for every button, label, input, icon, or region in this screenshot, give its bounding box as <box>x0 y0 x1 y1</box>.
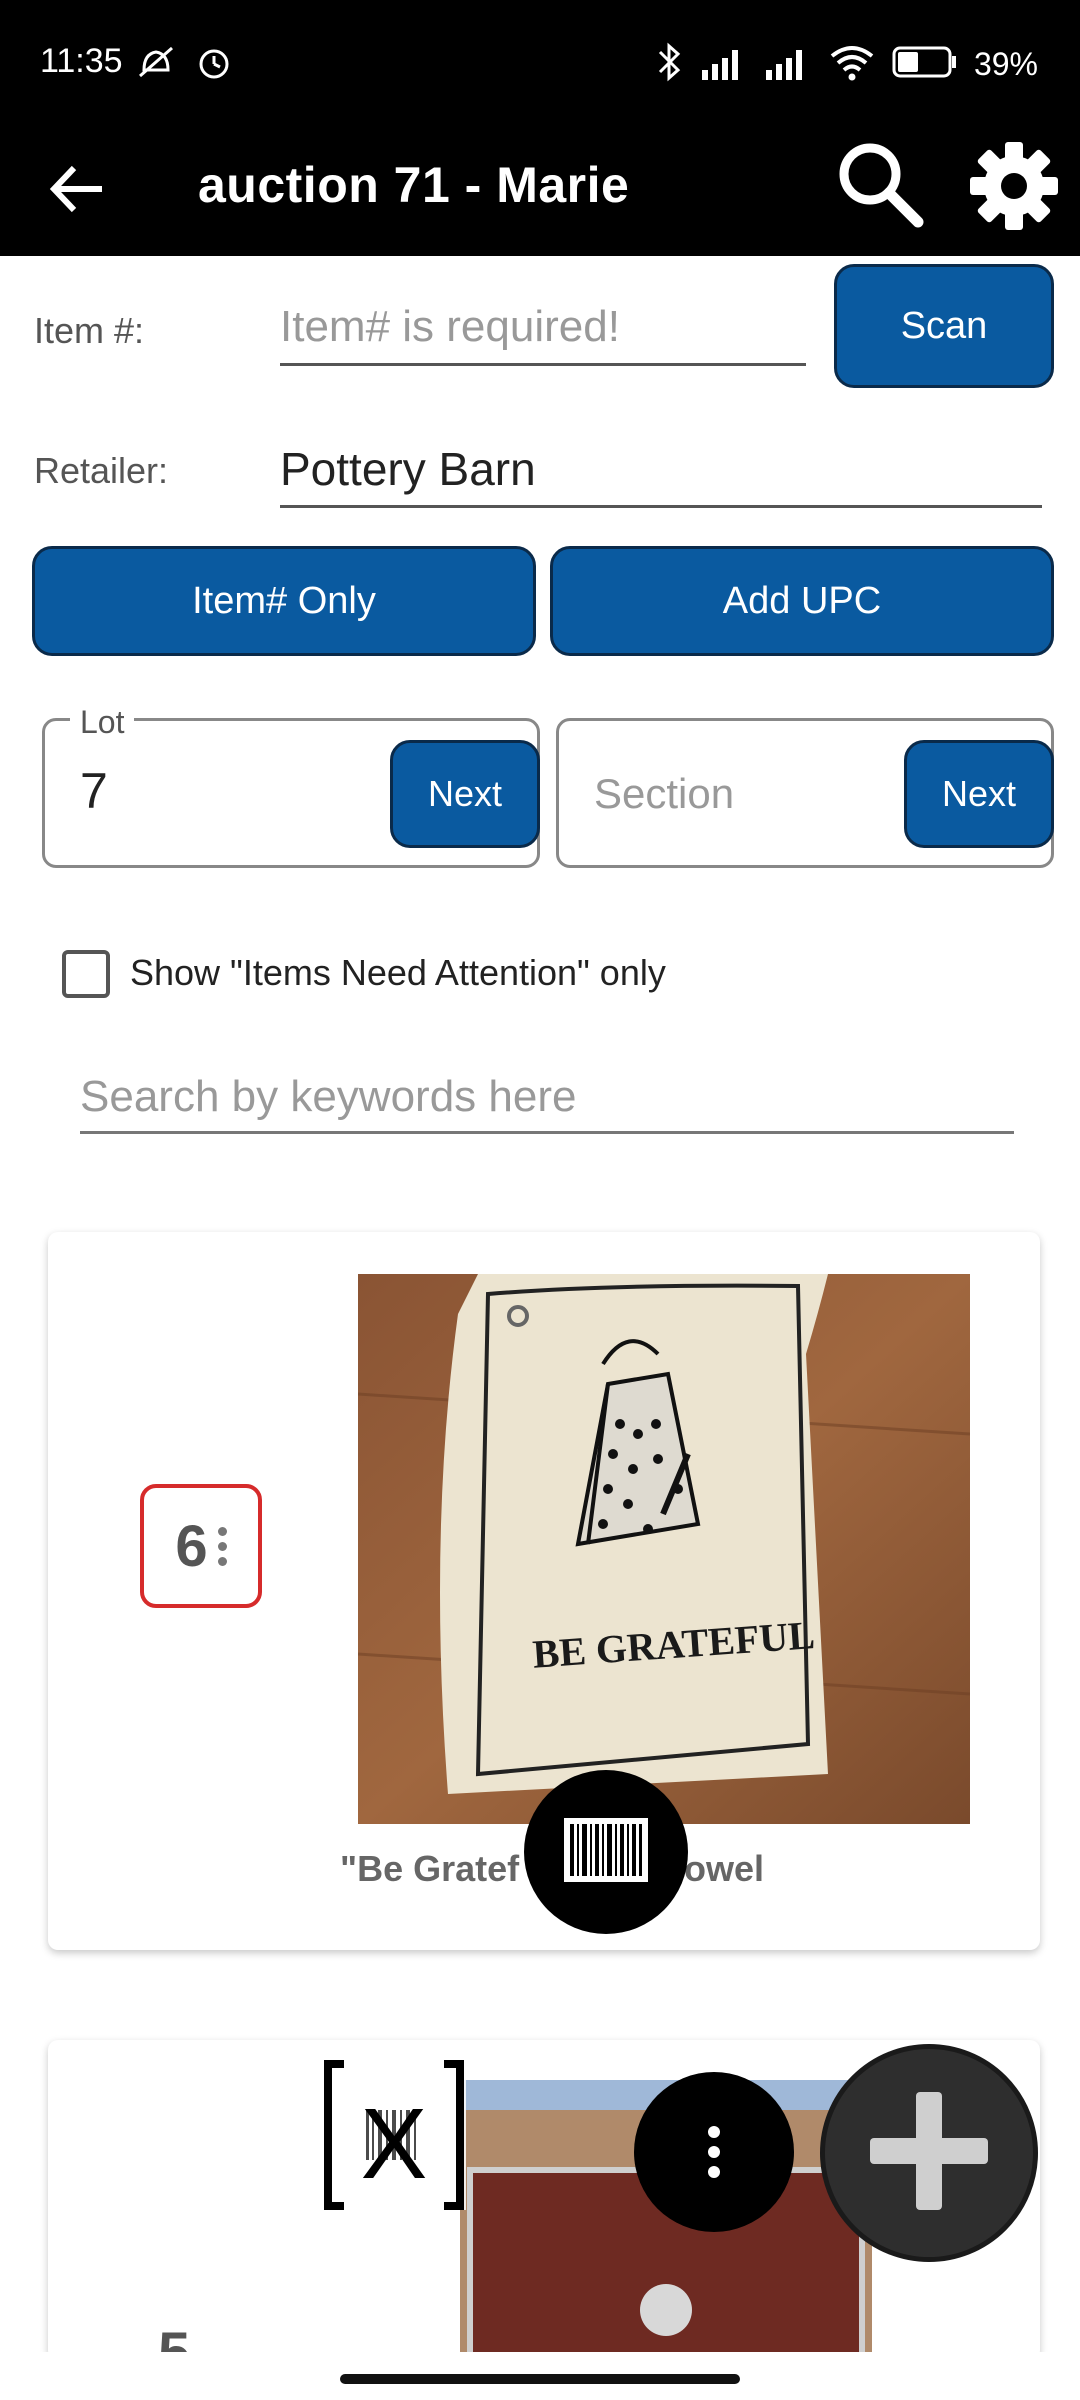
scan-button[interactable]: Scan <box>834 264 1054 388</box>
more-options-icon[interactable] <box>217 1526 227 1566</box>
signal-icon <box>764 42 812 87</box>
back-arrow-icon[interactable] <box>44 154 114 224</box>
status-time: 11:35 <box>40 42 123 80</box>
attention-checkbox[interactable] <box>62 950 110 998</box>
item-only-button[interactable]: Item# Only <box>32 546 536 656</box>
settings-gear-icon[interactable] <box>964 136 1064 236</box>
page-title: auction 71 - Marie <box>198 157 630 213</box>
add-item-button[interactable] <box>820 2044 1038 2262</box>
svg-text:X: X <box>361 2088 428 2200</box>
more-options-button[interactable] <box>634 2072 794 2232</box>
item-number-input[interactable] <box>280 290 806 366</box>
item-number-label: Item #: <box>34 310 145 351</box>
signal-icon <box>700 42 748 87</box>
lot-label: Lot <box>70 704 135 741</box>
search-icon[interactable] <box>832 136 928 232</box>
item-title: "Be Gratef <box>340 1848 520 1889</box>
lot-value: 7 <box>80 763 108 819</box>
no-barcode-icon[interactable]: X <box>322 2060 466 2210</box>
app-bar: auction 71 - Marie <box>0 128 1080 256</box>
retailer-label: Retailer: <box>34 450 169 491</box>
bluetooth-icon <box>654 40 684 89</box>
status-bar: 11:35 39% <box>0 0 1080 128</box>
lot-number: 6 <box>175 1513 208 1579</box>
item-photo[interactable]: BE GRATEFUL <box>358 1274 970 1824</box>
keyword-search-input[interactable] <box>80 1062 1014 1134</box>
mute-alarm-icon <box>134 40 178 89</box>
retailer-field[interactable]: Pottery Barn <box>280 436 1042 508</box>
section-placeholder: Section <box>594 770 735 817</box>
lot-badge[interactable]: 6 <box>140 1484 262 1608</box>
battery-percent: 39% <box>973 46 1038 82</box>
item-title-tail: owel <box>684 1848 765 1889</box>
battery-icon <box>892 44 958 85</box>
barcode-icon <box>564 1817 648 1887</box>
alarm-icon <box>192 40 236 89</box>
attention-label: Show "Items Need Attention" only <box>130 952 666 993</box>
section-next-button[interactable]: Next <box>904 740 1054 848</box>
barcode-scan-button[interactable] <box>524 1770 688 1934</box>
lot-next-button[interactable]: Next <box>390 740 540 848</box>
plus-icon <box>864 2086 994 2221</box>
add-upc-button[interactable]: Add UPC <box>550 546 1054 656</box>
home-indicator[interactable] <box>340 2374 740 2384</box>
wifi-icon <box>828 42 876 87</box>
more-vert-icon <box>708 2126 720 2178</box>
